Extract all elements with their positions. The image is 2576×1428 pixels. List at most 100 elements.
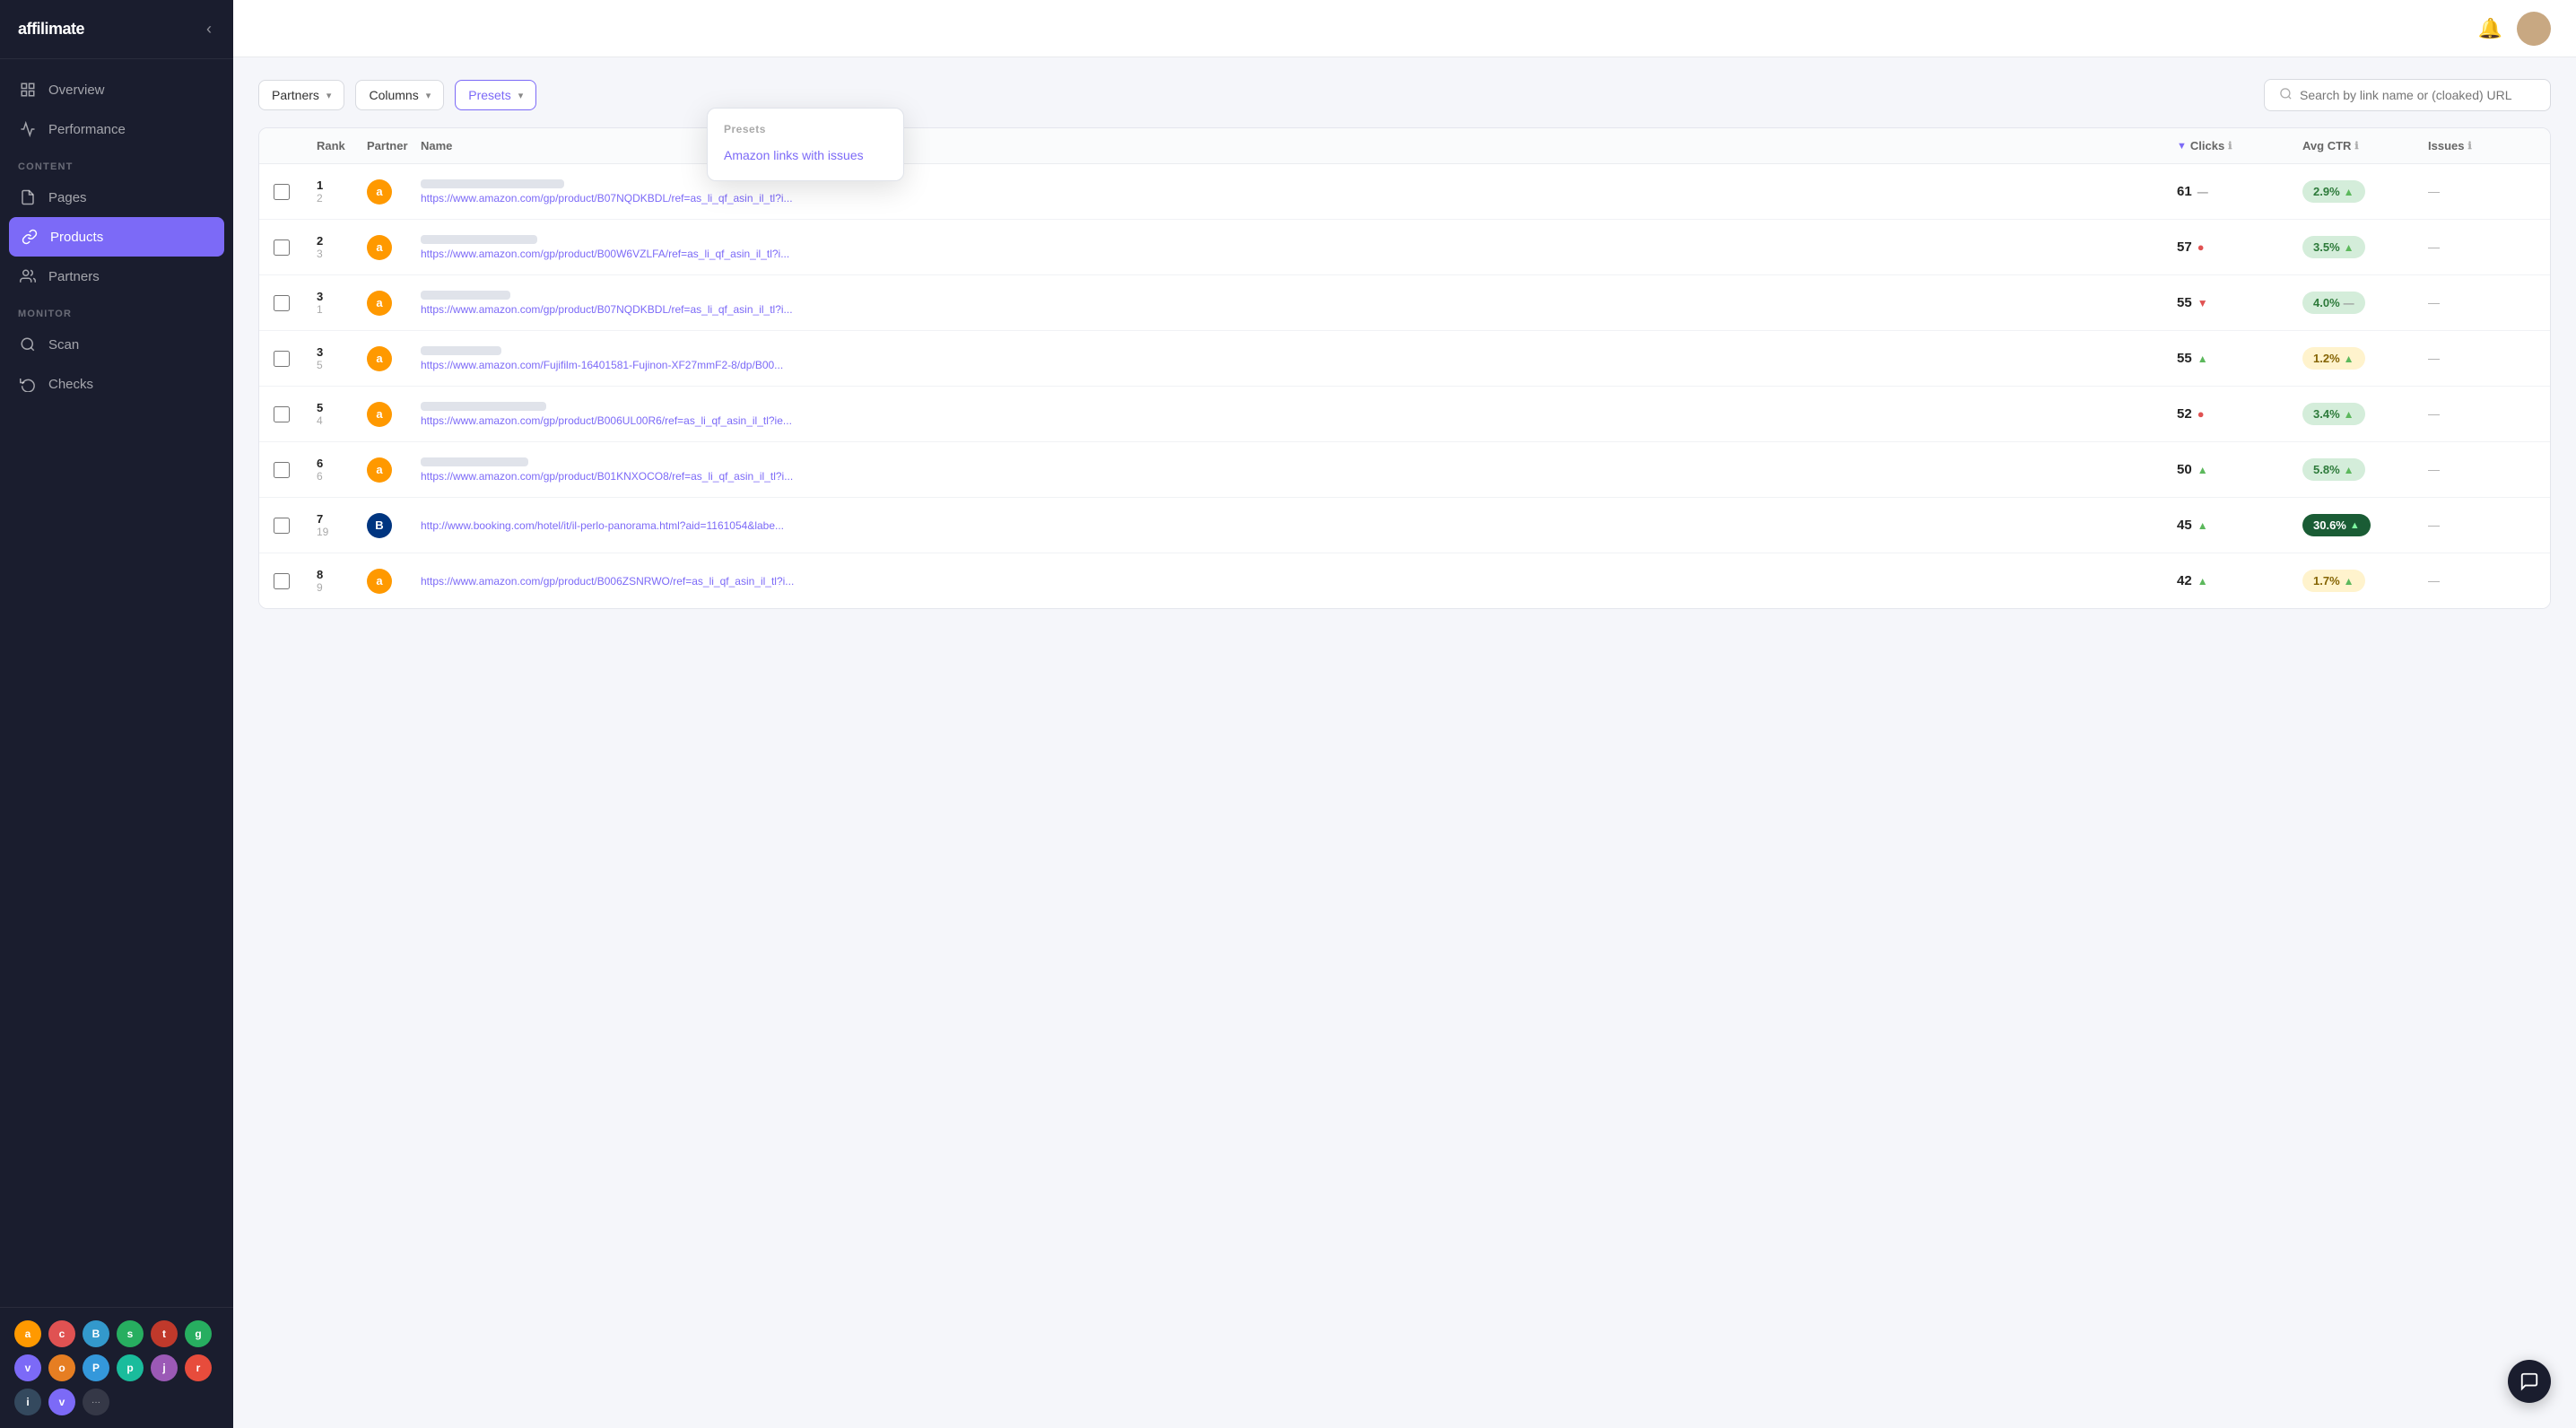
partner-icon-j1[interactable]: j bbox=[151, 1354, 178, 1381]
ctr-cell-7: 30.6% ▲ bbox=[2302, 514, 2428, 536]
sidebar-item-scan[interactable]: Scan bbox=[0, 325, 233, 364]
sidebar-item-products[interactable]: Products bbox=[9, 217, 224, 257]
partner-icon-r1[interactable]: r bbox=[185, 1354, 212, 1381]
ctr-info-icon[interactable]: ℹ bbox=[2354, 140, 2358, 152]
trend-icon-1: — bbox=[2197, 186, 2208, 198]
search-input[interactable] bbox=[2300, 88, 2536, 102]
header-avg-ctr[interactable]: Avg CTR ℹ bbox=[2302, 139, 2428, 152]
header-clicks[interactable]: ▼ Clicks ℹ bbox=[2177, 139, 2302, 152]
presets-chevron-icon: ▾ bbox=[518, 90, 524, 101]
presets-dropdown: Presets Amazon links with issues bbox=[707, 108, 904, 181]
header-partner[interactable]: Partner bbox=[367, 139, 421, 152]
partner-amazon-3: a bbox=[367, 291, 392, 316]
header-name[interactable]: Name bbox=[421, 139, 2177, 152]
clicks-cell-7: 45 ▲ bbox=[2177, 518, 2302, 533]
link-url-7[interactable]: http://www.booking.com/hotel/it/il-perlo… bbox=[421, 519, 815, 532]
issues-cell-6: — bbox=[2428, 463, 2536, 476]
link-url-1[interactable]: https://www.amazon.com/gp/product/B07NQD… bbox=[421, 192, 815, 205]
sidebar-item-checks[interactable]: Checks bbox=[0, 364, 233, 404]
link-url-6[interactable]: https://www.amazon.com/gp/product/B01KNX… bbox=[421, 470, 815, 483]
header-rank[interactable]: Rank bbox=[317, 139, 367, 152]
sidebar-item-partners[interactable]: Partners bbox=[0, 257, 233, 296]
partners-filter-label: Partners bbox=[272, 88, 319, 102]
row-checkbox-8[interactable] bbox=[274, 573, 290, 589]
link-url-4[interactable]: https://www.amazon.com/Fujifilm-16401581… bbox=[421, 359, 815, 371]
rank-cell-7: 7 19 bbox=[317, 512, 367, 538]
row-checkbox-4[interactable] bbox=[274, 351, 290, 367]
search-box[interactable] bbox=[2264, 79, 2551, 111]
sidebar-item-pages[interactable]: Pages bbox=[0, 178, 233, 217]
filter-icon: ▼ bbox=[2177, 141, 2187, 152]
sidebar-item-label-pages: Pages bbox=[48, 190, 87, 205]
clicks-cell-1: 61 — bbox=[2177, 184, 2302, 199]
partners-filter-button[interactable]: Partners ▾ bbox=[258, 80, 344, 110]
notification-bell[interactable]: 🔔 bbox=[2478, 17, 2502, 40]
partner-amazon-2: a bbox=[367, 235, 392, 260]
sidebar-toggle-button[interactable]: ‹ bbox=[203, 16, 215, 42]
partner-icon-t1[interactable]: t bbox=[151, 1320, 178, 1347]
main-content: 🔔 Partners ▾ Columns ▾ Presets ▾ bbox=[233, 0, 2576, 1428]
issues-cell-3: — bbox=[2428, 296, 2536, 309]
clicks-cell-3: 55 ▼ bbox=[2177, 295, 2302, 310]
link-url-8[interactable]: https://www.amazon.com/gp/product/B006ZS… bbox=[421, 575, 815, 588]
partner-icon-v2[interactable]: v bbox=[48, 1389, 75, 1415]
clicks-cell-2: 57 ● bbox=[2177, 239, 2302, 255]
link-name-bar-2 bbox=[421, 235, 537, 244]
link-name-bar-5 bbox=[421, 402, 546, 411]
sidebar-item-performance[interactable]: Performance bbox=[0, 109, 233, 149]
partner-icon-i1[interactable]: i bbox=[14, 1389, 41, 1415]
trend-icon-2: ● bbox=[2197, 240, 2205, 254]
ctr-cell-3: 4.0% — bbox=[2302, 292, 2428, 314]
sidebar-header: affilimate ‹ bbox=[0, 0, 233, 59]
header-issues[interactable]: Issues ℹ bbox=[2428, 139, 2536, 152]
clicks-cell-8: 42 ▲ bbox=[2177, 573, 2302, 588]
pages-icon bbox=[18, 187, 38, 207]
row-checkbox-1[interactable] bbox=[274, 184, 290, 200]
table-row: 1 2 a https://www.amazon.com/gp/product/… bbox=[259, 164, 2550, 220]
trend-icon-8: ▲ bbox=[2197, 575, 2208, 588]
products-table: Rank Partner Name ▼ Clicks ℹ Avg CTR ℹ bbox=[258, 127, 2551, 609]
partner-icon-cj[interactable]: c bbox=[48, 1320, 75, 1347]
rank-cell-6: 6 6 bbox=[317, 457, 367, 483]
search-icon bbox=[2279, 87, 2293, 103]
table-row: 3 5 a https://www.amazon.com/Fujifilm-16… bbox=[259, 331, 2550, 387]
link-url-2[interactable]: https://www.amazon.com/gp/product/B00W6V… bbox=[421, 248, 815, 260]
partner-icon-amazon[interactable]: a bbox=[14, 1320, 41, 1347]
ctr-trend-3: — bbox=[2344, 297, 2354, 309]
row-checkbox-3[interactable] bbox=[274, 295, 290, 311]
issues-cell-1: — bbox=[2428, 185, 2536, 198]
clicks-info-icon[interactable]: ℹ bbox=[2228, 140, 2232, 152]
link-url-5[interactable]: https://www.amazon.com/gp/product/B006UL… bbox=[421, 414, 815, 427]
chat-bubble[interactable] bbox=[2508, 1360, 2551, 1403]
row-checkbox-6[interactable] bbox=[274, 462, 290, 478]
sidebar-item-label-performance: Performance bbox=[48, 122, 126, 137]
partner-icon-p2[interactable]: p bbox=[117, 1354, 144, 1381]
issues-cell-7: — bbox=[2428, 518, 2536, 532]
sidebar-item-label-partners: Partners bbox=[48, 269, 100, 284]
dropdown-item-amazon-links[interactable]: Amazon links with issues bbox=[708, 139, 903, 171]
row-checkbox-5[interactable] bbox=[274, 406, 290, 422]
partners-icon bbox=[18, 266, 38, 286]
issues-info-icon[interactable]: ℹ bbox=[2467, 140, 2471, 152]
partner-icon-g1[interactable]: s bbox=[117, 1320, 144, 1347]
sidebar-item-overview[interactable]: Overview bbox=[0, 70, 233, 109]
partner-icon-v1[interactable]: v bbox=[14, 1354, 41, 1381]
partner-amazon-8: a bbox=[367, 569, 392, 594]
link-url-3[interactable]: https://www.amazon.com/gp/product/B07NQD… bbox=[421, 303, 815, 316]
partner-icon-g2[interactable]: g bbox=[185, 1320, 212, 1347]
row-checkbox-7[interactable] bbox=[274, 518, 290, 534]
partner-icon-b1[interactable]: B bbox=[83, 1320, 109, 1347]
partner-icon-p1[interactable]: P bbox=[83, 1354, 109, 1381]
partners-chevron-icon: ▾ bbox=[326, 90, 332, 101]
columns-filter-button[interactable]: Columns ▾ bbox=[355, 80, 444, 110]
user-avatar[interactable] bbox=[2517, 12, 2551, 46]
partner-icons-more[interactable]: ··· bbox=[83, 1389, 109, 1415]
rank-cell-3: 3 1 bbox=[317, 290, 367, 316]
columns-filter-label: Columns bbox=[369, 88, 418, 102]
sidebar-item-label-products: Products bbox=[50, 230, 103, 245]
presets-filter-button[interactable]: Presets ▾ bbox=[455, 80, 536, 110]
partner-icon-o1[interactable]: o bbox=[48, 1354, 75, 1381]
row-checkbox-2[interactable] bbox=[274, 239, 290, 256]
table-row: 2 3 a https://www.amazon.com/gp/product/… bbox=[259, 220, 2550, 275]
ctr-trend-7: ▲ bbox=[2350, 520, 2360, 531]
